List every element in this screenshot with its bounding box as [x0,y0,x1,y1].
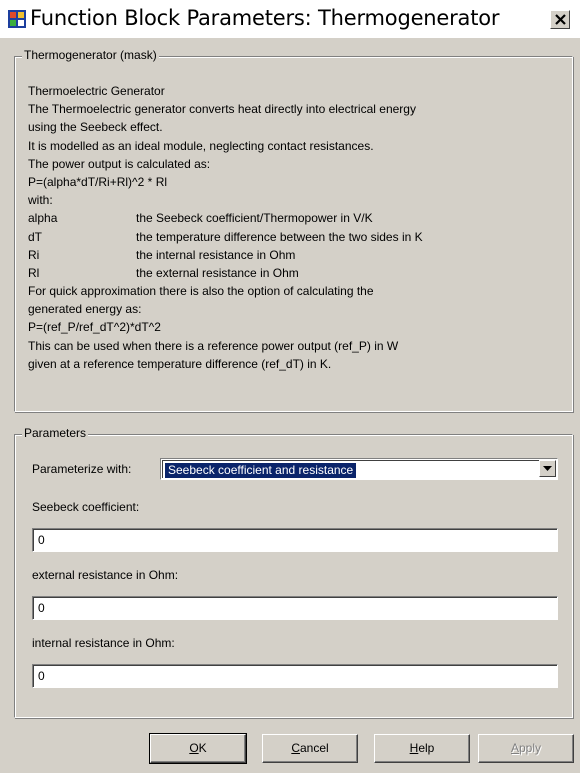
apply-mnemonic: A [510,741,519,755]
window-title: Function Block Parameters: Thermogenerat… [30,6,500,30]
dropdown-selected-value: Seebeck coefficient and resistance [165,463,357,478]
external-resistance-field[interactable]: 0 [32,596,558,620]
definition-row: dT the temperature difference between th… [28,228,558,246]
simulink-block-icon [8,10,26,28]
definition-row: alpha the Seebeck coefficient/Thermopowe… [28,209,558,227]
close-button[interactable] [550,10,570,29]
apply-button[interactable]: Apply [478,734,574,763]
description-line: given at a reference temperature differe… [28,356,332,371]
description-line: generated energy as: [28,302,142,317]
internal-resistance-value: 0 [33,665,557,687]
title-bar[interactable]: Function Block Parameters: Thermogenerat… [0,0,580,38]
cancel-label-rest: ancel [299,741,329,755]
definition-term: Rl [28,265,40,280]
mask-group-legend: Thermogenerator (mask) [22,48,159,62]
definition-desc: the internal resistance in Ohm [136,247,296,262]
definition-row: Ri the internal resistance in Ohm [28,246,558,264]
parameterize-dropdown[interactable]: Seebeck coefficient and resistance [160,458,558,480]
parameters-group-legend: Parameters [22,426,89,440]
internal-resistance-label: internal resistance in Ohm: [32,636,175,650]
seebeck-coefficient-label: Seebeck coefficient: [32,500,140,514]
ok-label-rest: K [198,741,207,755]
dropdown-inner: Seebeck coefficient and resistance [162,460,556,478]
seebeck-coefficient-value: 0 [33,529,557,551]
description-line: Thermoelectric Generator [28,84,165,98]
definition-desc: the temperature difference between the t… [136,229,423,244]
description-line: using the Seebeck effect. [28,120,163,135]
cancel-button[interactable]: Cancel [262,734,358,763]
definition-term: alpha [28,211,58,226]
description-line: with: [28,193,53,208]
parameterize-label: Parameterize with: [32,462,132,476]
dialog-window: Function Block Parameters: Thermogenerat… [0,0,580,773]
definition-row: Rl the external resistance in Ohm [28,264,558,282]
description-line: It is modelled as an ideal module, negle… [28,138,374,153]
chevron-down-icon [543,466,552,471]
close-icon [555,14,566,25]
help-label-rest: elp [418,741,435,755]
description-line: For quick approximation there is also th… [28,284,374,299]
cancel-mnemonic: C [291,741,300,755]
external-resistance-value: 0 [33,597,557,619]
mask-description: Thermoelectric Generator The Thermoelect… [28,82,558,373]
description-line: P=(ref_P/ref_dT^2)*dT^2 [28,320,161,335]
definition-desc: the Seebeck coefficient/Thermopower in V… [136,211,373,226]
definition-desc: the external resistance in Ohm [136,265,299,280]
definition-term: Ri [28,247,40,262]
external-resistance-label: external resistance in Ohm: [32,568,179,582]
help-button[interactable]: Help [374,734,470,763]
ok-button[interactable]: OK [149,733,247,764]
description-line: This can be used when there is a referen… [28,338,399,353]
ok-mnemonic: O [189,741,199,755]
description-line: The power output is calculated as: [28,156,211,171]
dropdown-button[interactable] [539,460,556,477]
internal-resistance-field[interactable]: 0 [32,664,558,688]
description-line: The Thermoelectric generator converts he… [28,102,416,117]
apply-label-rest: pply [519,741,542,755]
seebeck-coefficient-field[interactable]: 0 [32,528,558,552]
description-line: P=(alpha*dT/Ri+Rl)^2 * Rl [28,174,168,189]
definition-term: dT [28,229,43,244]
